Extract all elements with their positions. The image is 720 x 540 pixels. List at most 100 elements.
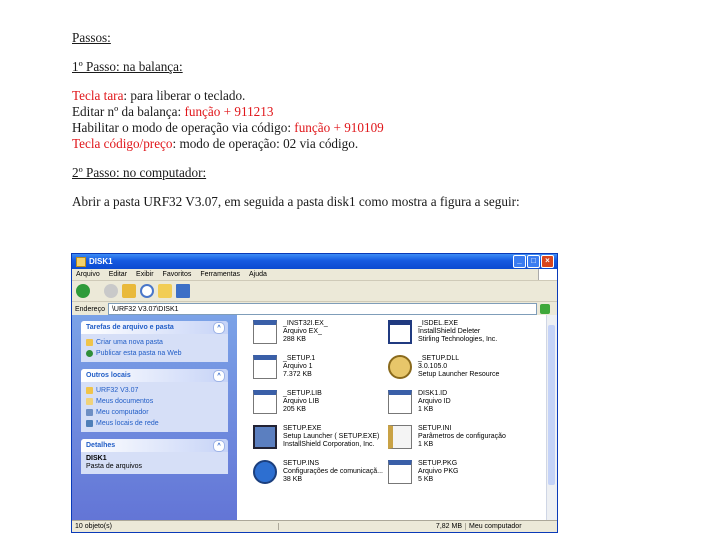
file-meta: Stirling Technologies, Inc. — [418, 336, 498, 343]
heading-passos: Passos: — [72, 30, 111, 45]
step1-line-3: Habilitar o modo de operação via código:… — [72, 120, 692, 136]
up-folder-icon[interactable] — [122, 284, 136, 298]
computer-icon — [86, 409, 93, 416]
status-objects: 10 objeto(s) — [72, 523, 279, 530]
file-name: _SETUP.LIB — [283, 390, 322, 397]
step1-line-4: Tecla código/preço: modo de operação: 02… — [72, 136, 692, 152]
menu-arquivo[interactable]: Arquivo — [76, 271, 100, 278]
forward-arrow-icon[interactable] — [104, 284, 118, 298]
step1-title: 1º Passo: na balança: — [72, 59, 183, 74]
file-item[interactable]: _SETUP.LIB Arquivo LIB 205 KB — [253, 390, 383, 422]
panel-header[interactable]: Detalhes ^ — [81, 439, 228, 452]
details-name: DISK1 — [86, 455, 107, 462]
chevron-up-icon[interactable]: ^ — [213, 322, 225, 334]
minimize-button[interactable]: _ — [513, 255, 526, 268]
network-icon — [86, 420, 93, 427]
chevron-up-icon[interactable]: ^ — [213, 440, 225, 452]
file-name: _SETUP.DLL — [418, 355, 460, 362]
go-icon[interactable] — [540, 304, 550, 314]
address-label: Endereço — [75, 305, 105, 313]
search-icon[interactable] — [140, 284, 154, 298]
step1-line-2: Editar nº da balança: função + 911213 — [72, 104, 692, 120]
menu-editar[interactable]: Editar — [109, 271, 127, 278]
file-name: SETUP.INS — [283, 460, 320, 467]
line-text: Habilitar o modo de operação via código: — [72, 120, 295, 135]
close-button[interactable]: × — [541, 255, 554, 268]
new-folder-icon — [86, 339, 93, 346]
folders-icon[interactable] — [158, 284, 172, 298]
file-meta: Arquivo 1 — [283, 363, 313, 370]
status-location: Meu computador — [469, 523, 522, 530]
title-bar[interactable]: DISK1 _ □ × — [72, 254, 557, 269]
file-item[interactable]: DISK1.ID Arquivo ID 1 KB — [388, 390, 518, 422]
file-meta: Arquivo ID — [418, 398, 451, 405]
file-item[interactable]: _SETUP.1 Arquivo 1 7.372 KB — [253, 355, 383, 387]
menu-exibir[interactable]: Exibir — [136, 271, 154, 278]
maximize-button[interactable]: □ — [527, 255, 540, 268]
step2-text: Abrir a pasta URF32 V3.07, em seguida a … — [72, 194, 520, 209]
generic-file-icon — [388, 390, 412, 414]
file-meta: Setup Launcher Resource — [418, 371, 500, 378]
place-network[interactable]: Meus locais de rede — [81, 418, 228, 429]
file-name: _ISDEL.EXE — [418, 320, 459, 327]
vertical-scrollbar[interactable] — [546, 315, 557, 521]
scrollbar-thumb[interactable] — [548, 325, 555, 485]
file-item[interactable]: SETUP.EXE Setup Launcher ( SETUP.EXE) Inst… — [253, 425, 383, 457]
details-type: Pasta de arquivos — [86, 463, 143, 470]
windows-logo-icon — [538, 269, 557, 280]
status-bar: 10 objeto(s) 7,82 MB Meu computador — [72, 520, 557, 532]
file-meta: 38 KB — [283, 476, 303, 483]
menu-favoritos[interactable]: Favoritos — [163, 271, 192, 278]
place-documents[interactable]: Meus documentos — [81, 396, 228, 407]
panel-header[interactable]: Outros locais ^ — [81, 369, 228, 382]
generic-file-icon — [253, 355, 277, 379]
globe-file-icon — [253, 460, 277, 484]
file-meta: InstallShield Corporation, Inc. — [283, 441, 375, 448]
place-urf32[interactable]: URF32 V3.07 — [81, 385, 228, 396]
gear-file-icon — [388, 355, 412, 379]
folder-icon — [86, 387, 93, 394]
file-item[interactable]: SETUP.PKG Arquivo PKG 5 KB — [388, 460, 518, 492]
menu-ferramentas[interactable]: Ferramentas — [200, 271, 240, 278]
line-text: : modo de operação: 02 via código. — [172, 136, 359, 151]
file-meta: Configurações de comunicaçã... — [283, 468, 383, 475]
func-code: função + 911213 — [184, 104, 274, 119]
file-item[interactable]: _INST32I.EX_ Arquivo EX_ 288 KB — [253, 320, 383, 352]
panel-header[interactable]: Tarefas de arquivo e pasta ^ — [81, 321, 228, 334]
file-item[interactable]: _SETUP.DLL 3.0.105.0 Setup Launcher Resour… — [388, 355, 518, 387]
key-tara: Tecla tara — [72, 88, 124, 103]
file-meta: Arquivo LIB — [283, 398, 320, 405]
file-name: _INST32I.EX_ — [283, 320, 328, 327]
ini-file-icon — [388, 425, 412, 449]
menu-ajuda[interactable]: Ajuda — [249, 271, 267, 278]
back-arrow-icon[interactable] — [76, 284, 90, 298]
file-list: _INST32I.EX_ Arquivo EX_ 288 KB _ISDEL.EXE I… — [237, 315, 546, 521]
address-field[interactable]: \URF32 V3.07\DISK1 — [107, 303, 537, 315]
status-size: 7,82 MB — [379, 523, 466, 530]
task-publish-web[interactable]: Publicar esta pasta na Web — [81, 348, 228, 359]
views-icon[interactable] — [176, 284, 190, 298]
file-name: DISK1.ID — [418, 390, 448, 397]
menu-bar: Arquivo Editar Exibir Favoritos Ferramen… — [72, 269, 557, 281]
globe-icon — [86, 350, 93, 357]
line-text: Editar nº da balança: — [72, 104, 185, 119]
file-item[interactable]: SETUP.INS Configurações de comunicaçã... 3… — [253, 460, 383, 492]
file-meta: 288 KB — [283, 336, 306, 343]
task-new-folder[interactable]: Criar uma nova pasta — [81, 337, 228, 348]
folder-icon — [76, 256, 86, 267]
file-item[interactable]: SETUP.INI Parâmetros de configuração 1 KB — [388, 425, 518, 457]
generic-file-icon — [253, 390, 277, 414]
panel-places: Outros locais ^ URF32 V3.07 Meus document… — [81, 369, 228, 432]
file-meta: 7.372 KB — [283, 371, 312, 378]
window-file-icon — [388, 320, 412, 344]
file-meta: 1 KB — [418, 406, 434, 413]
line-text: : para liberar o teclado. — [123, 88, 246, 103]
file-meta: Setup Launcher ( SETUP.EXE) — [283, 433, 380, 440]
file-item[interactable]: _ISDEL.EXE InstallShield Deleter Stirling … — [388, 320, 518, 352]
explorer-window: DISK1 _ □ × Arquivo Editar Exibir Favori… — [71, 253, 558, 533]
window-title: DISK1 — [89, 257, 113, 266]
chevron-up-icon[interactable]: ^ — [213, 370, 225, 382]
place-computer[interactable]: Meu computador — [81, 407, 228, 418]
file-meta: Parâmetros de configuração — [418, 433, 506, 440]
window-body: Tarefas de arquivo e pasta ^ Criar uma no… — [72, 315, 557, 521]
